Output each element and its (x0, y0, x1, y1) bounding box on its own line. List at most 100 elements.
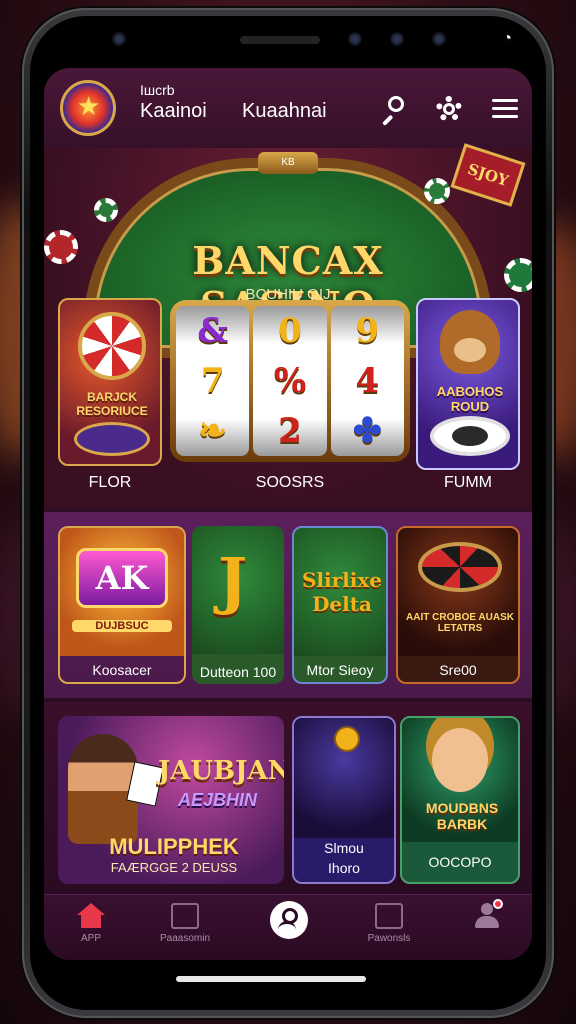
phone-frame: ◔ ★ Iшcrb Kaainoi Kuaahnai KB BANCAX SAS… (22, 8, 554, 1018)
game-card-caption: Slmou (324, 840, 364, 856)
poker-chip-icon (94, 198, 118, 222)
hamburger-menu-icon[interactable] (490, 94, 520, 124)
game-card-art (294, 718, 394, 838)
mascot-bear-icon (440, 310, 500, 374)
tile-label-fumm: FUMM (444, 474, 492, 491)
settings-gear-icon[interactable] (434, 94, 464, 124)
tile-label-slots: SOOSRS (255, 474, 325, 491)
camera-icon (348, 32, 362, 46)
app-header: ★ Iшcrb Kaainoi Kuaahnai (44, 68, 532, 148)
coin-icon (334, 726, 360, 752)
bottom-navigation: APP Paaasomin Pawonsls (44, 894, 532, 960)
search-icon[interactable] (378, 94, 408, 126)
slot-machine[interactable]: & 7 ❧ 0 % 2 9 4 ✤ (170, 300, 410, 462)
queen-character-icon (432, 728, 488, 792)
game-card-caption: Koosacer (92, 662, 152, 678)
game-card-caption: Mtor Sieoy (306, 662, 374, 678)
chip-plate-icon (74, 422, 150, 456)
game-card-logo: AK (76, 548, 168, 608)
slot-symbol: 4 (355, 361, 380, 401)
slot-reels: & 7 ❧ 0 % 2 9 4 ✤ (176, 306, 404, 456)
game-card-logo: AAIT CROBOE AUASK LETATRS (406, 612, 514, 634)
slot-symbol: 2 (278, 411, 302, 451)
nav-label: Paaasomin (159, 933, 211, 944)
notification-badge (493, 899, 503, 909)
nav-item-profile[interactable] (442, 899, 532, 929)
game-tile-flor[interactable]: BARJCK RESORIUCE (58, 298, 162, 466)
game-card-art: AAIT CROBOE AUASK LETATRS (398, 528, 518, 656)
slot-symbol: 9 (355, 311, 380, 351)
poker-chip-icon (504, 258, 532, 292)
nav-label: Pawonsls (367, 933, 411, 944)
slot-symbol: & (197, 311, 229, 351)
game-card[interactable]: Slmou Ihoro (292, 716, 396, 884)
game-card-logo: J (218, 544, 248, 617)
speaker-grill (240, 36, 320, 44)
phone-bezel: ◔ ★ Iшcrb Kaainoi Kuaahnai KB BANCAX SAS… (30, 16, 546, 1010)
sensor-icon (432, 32, 446, 46)
wallet-icon (171, 903, 199, 929)
table-crown: KB (258, 152, 318, 174)
poker-chip-icon (44, 230, 78, 264)
sensor-icon (112, 32, 126, 46)
slot-symbol: 0 (278, 311, 302, 351)
game-tile-art-text: BARJCK RESORIUCE (76, 390, 148, 418)
slot-symbol: 7 (200, 361, 225, 401)
wifi-icon: ◔ (502, 30, 512, 47)
slot-reel: & 7 ❧ (176, 306, 250, 456)
hero-banner[interactable]: KB BANCAX SASINO BCUHIU OIJ SJOY BARJCK … (44, 143, 532, 508)
nav-item-center[interactable] (244, 901, 334, 939)
game-card[interactable]: AK DUJBSUC Koosacer (58, 526, 186, 684)
games-row-promo: JAUBJANO AEJBHIN MULIPPHEK FAÆRGGE 2 DEU… (44, 702, 532, 888)
slot-reel: 0 % 2 (253, 306, 327, 456)
promo-subtitle: AEJBHIN (178, 790, 258, 810)
slot-symbol: ✤ (353, 411, 382, 451)
user-center-icon (270, 901, 308, 939)
slot-symbol: % (273, 361, 307, 401)
nav-label: APP (80, 933, 101, 944)
slot-symbol: ❧ (198, 411, 227, 451)
nav-item-promos[interactable]: Pawonsls (344, 903, 434, 944)
roulette-wheel-icon (418, 542, 502, 592)
star-icon: ★ (77, 91, 101, 121)
game-card-caption: Sre00 (439, 662, 477, 678)
nav-item-app[interactable]: APP (46, 903, 136, 944)
game-card[interactable]: MOUDBNS BARBK OOCOPO (400, 716, 520, 884)
promo-footer: FAÆRGGE 2 DEUSS (110, 860, 238, 875)
game-card-art: AK DUJBSUC (60, 528, 184, 656)
game-card-caption: Dutteon 100 (199, 664, 277, 680)
sensor-icon (390, 32, 404, 46)
status-bar: ◔ (30, 16, 546, 68)
home-indicator[interactable] (176, 976, 366, 982)
promo-headline: MULIPPHEK (109, 834, 239, 859)
promo-title: JAUBJANO (158, 756, 284, 786)
promo-banner[interactable]: JAUBJANO AEJBHIN MULIPPHEK FAÆRGGE 2 DEU… (58, 716, 284, 884)
game-card[interactable]: AAIT CROBOE AUASK LETATRS Sre00 (396, 526, 520, 684)
game-card-art: MOUDBNS BARBK (402, 718, 518, 842)
app-logo[interactable]: ★ (60, 80, 116, 136)
page-title: Kuaahnai (242, 100, 327, 122)
poker-chip-icon (424, 178, 450, 204)
game-card-caption: Ihoro (328, 860, 360, 876)
game-card[interactable]: J Dutteon 100 (192, 526, 284, 684)
slot-reel: 9 4 ✤ (330, 306, 404, 456)
plate-icon (430, 416, 510, 456)
tile-label-flor: FLOR (88, 474, 132, 491)
app-screen: ★ Iшcrb Kaainoi Kuaahnai KB BANCAX SASIN… (44, 68, 532, 960)
games-row-featured: AK DUJBSUC Koosacer J Dutteon 100 Slirli… (44, 512, 532, 698)
game-card-logo: MOUDBNS BARBK (425, 800, 499, 832)
game-tile-fumm[interactable]: AABOHOS ROUD (416, 298, 520, 470)
brand-name: Kaainoi (140, 100, 207, 122)
game-card-caption: OOCOPO (428, 854, 492, 870)
promo-sign: SJOY (450, 143, 526, 207)
brand-small-text: Iшcrb (140, 82, 175, 98)
game-tile-art-text: AABOHOS ROUD (436, 384, 504, 414)
profile-icon (473, 899, 503, 929)
game-card-subtitle: DUJBSUC (72, 620, 172, 632)
game-card-logo: Slirlixe Delta (301, 568, 383, 616)
gift-box-icon (375, 903, 403, 929)
game-card-art: Slirlixe Delta (294, 528, 386, 656)
game-card[interactable]: Slirlixe Delta Mtor Sieoy (292, 526, 388, 684)
nav-item-payments[interactable]: Paaasomin (140, 903, 230, 944)
game-card-art: J (192, 526, 284, 654)
